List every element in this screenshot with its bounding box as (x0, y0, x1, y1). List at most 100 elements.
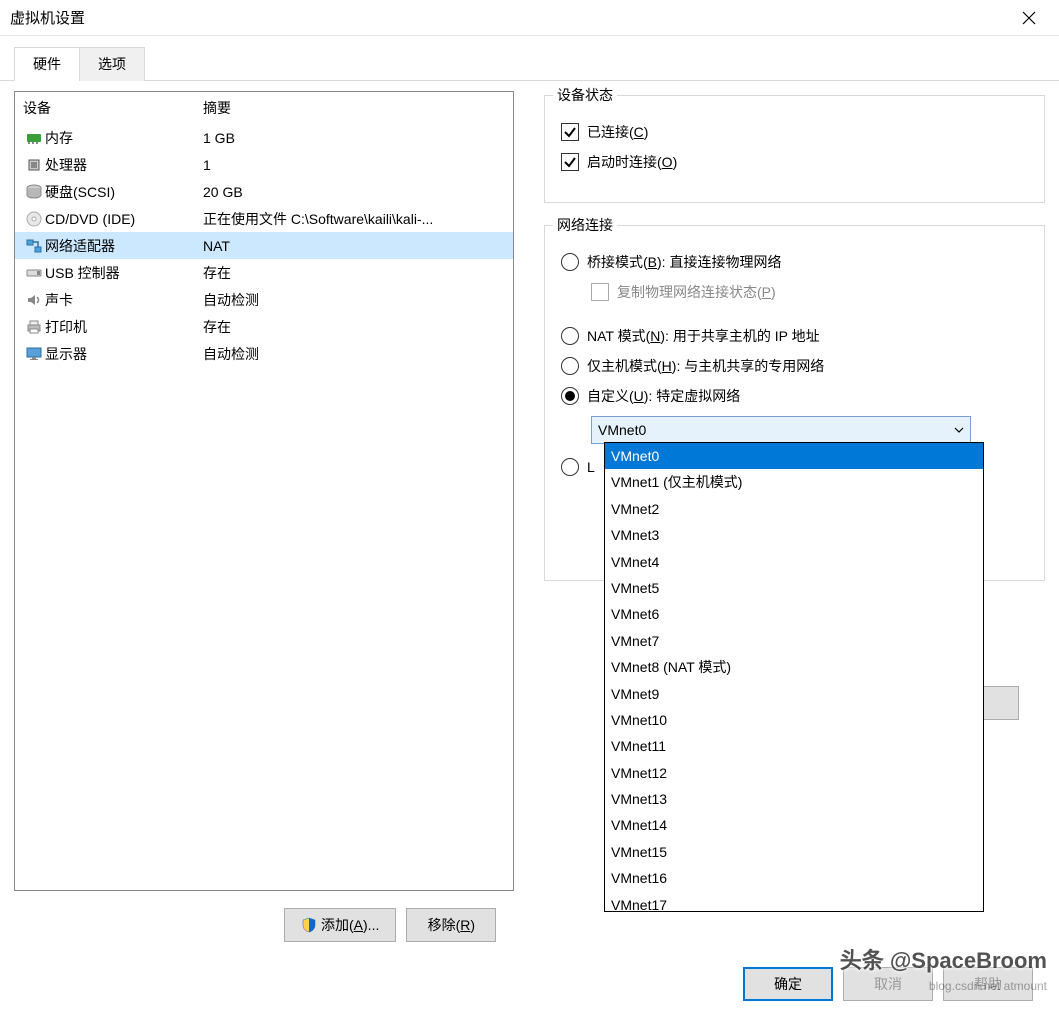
dropdown-item[interactable]: VMnet4 (605, 549, 983, 575)
host-radio-row[interactable]: 仅主机模式(H): 与主机共享的专用网络 (561, 356, 1028, 376)
device-name: 声卡 (45, 290, 203, 310)
add-button[interactable]: 添加(A)... (284, 908, 396, 942)
device-summary: 存在 (203, 317, 505, 337)
printer-icon (23, 318, 45, 336)
dropdown-item[interactable]: VMnet16 (605, 865, 983, 891)
custom-radio-row[interactable]: 自定义(U): 特定虚拟网络 (561, 386, 1028, 406)
tab-options[interactable]: 选项 (79, 47, 145, 81)
dropdown-item[interactable]: VMnet0 (605, 443, 983, 469)
device-name: 内存 (45, 128, 203, 148)
device-status-legend: 设备状态 (553, 85, 617, 105)
device-summary: 自动检测 (203, 344, 505, 364)
device-summary: 1 (203, 157, 505, 173)
connected-checkbox-row[interactable]: 已连接(C) (561, 122, 1028, 142)
device-name: 网络适配器 (45, 236, 203, 256)
close-button[interactable] (1009, 0, 1049, 36)
window-title: 虚拟机设置 (10, 7, 85, 28)
device-summary: NAT (203, 238, 505, 254)
check-icon (563, 125, 577, 139)
memory-icon (23, 129, 45, 147)
list-item[interactable]: 内存1 GB (15, 124, 513, 151)
device-name: CD/DVD (IDE) (45, 211, 203, 227)
chevron-down-icon (954, 422, 964, 438)
network-connection-group: 网络连接 桥接模式(B): 直接连接物理网络 复制物理网络连接状态(P) NAT… (544, 225, 1045, 581)
host-label: 仅主机模式(H): 与主机共享的专用网络 (587, 356, 824, 376)
list-item[interactable]: CD/DVD (IDE)正在使用文件 C:\Software\kaili\kal… (15, 205, 513, 232)
list-item[interactable]: 显示器自动检测 (15, 340, 513, 367)
nat-label: NAT 模式(N): 用于共享主机的 IP 地址 (587, 326, 820, 346)
on-start-checkbox-row[interactable]: 启动时连接(O) (561, 152, 1028, 172)
device-summary: 正在使用文件 C:\Software\kaili\kali-... (203, 209, 505, 229)
add-label: 添加(A)... (321, 915, 379, 935)
dropdown-item[interactable]: VMnet11 (605, 733, 983, 759)
list-item[interactable]: 硬盘(SCSI)20 GB (15, 178, 513, 205)
watermark-sub: blog.csdn.net atmount (929, 979, 1047, 993)
on-start-label: 启动时连接(O) (587, 152, 677, 172)
replicate-label: 复制物理网络连接状态(P) (617, 282, 776, 302)
replicate-checkbox-row: 复制物理网络连接状态(P) (591, 282, 1028, 302)
hardware-listbox[interactable]: 设备 摘要 内存1 GB处理器1硬盘(SCSI)20 GBCD/DVD (IDE… (14, 91, 514, 891)
remove-button[interactable]: 移除(R) (406, 908, 496, 942)
dropdown-item[interactable]: VMnet15 (605, 839, 983, 865)
dropdown-item[interactable]: VMnet10 (605, 707, 983, 733)
list-item[interactable]: 处理器1 (15, 151, 513, 178)
lan-radio[interactable] (561, 458, 579, 476)
check-icon (563, 155, 577, 169)
replicate-checkbox (591, 283, 609, 301)
list-item[interactable]: 声卡自动检测 (15, 286, 513, 313)
dropdown-item[interactable]: VMnet6 (605, 601, 983, 627)
dropdown-item[interactable]: VMnet13 (605, 786, 983, 812)
device-summary: 自动检测 (203, 290, 505, 310)
bridge-radio-row[interactable]: 桥接模式(B): 直接连接物理网络 (561, 252, 1028, 272)
host-radio[interactable] (561, 357, 579, 375)
watermark: 头条 @SpaceBroom (840, 943, 1047, 975)
display-icon (23, 345, 45, 363)
list-item[interactable]: 打印机存在 (15, 313, 513, 340)
network-legend: 网络连接 (553, 215, 617, 235)
device-status-group: 设备状态 已连接(C) 启动时连接(O) (544, 95, 1045, 203)
on-start-checkbox[interactable] (561, 153, 579, 171)
dropdown-item[interactable]: VMnet5 (605, 575, 983, 601)
remove-label: 移除(R) (428, 915, 475, 935)
dropdown-item[interactable]: VMnet1 (仅主机模式) (605, 469, 983, 495)
dropdown-item[interactable]: VMnet2 (605, 496, 983, 522)
nat-radio[interactable] (561, 327, 579, 345)
device-name: 打印机 (45, 317, 203, 337)
vmnet-dropdown[interactable]: VMnet0VMnet1 (仅主机模式)VMnet2VMnet3VMnet4VM… (604, 442, 984, 912)
connected-checkbox[interactable] (561, 123, 579, 141)
ok-button[interactable]: 确定 (743, 967, 833, 1001)
device-name: 显示器 (45, 344, 203, 364)
close-icon (1022, 11, 1036, 25)
device-name: 硬盘(SCSI) (45, 182, 203, 202)
list-item[interactable]: USB 控制器存在 (15, 259, 513, 286)
device-summary: 20 GB (203, 184, 505, 200)
cd-icon (23, 210, 45, 228)
dropdown-item[interactable]: VMnet12 (605, 760, 983, 786)
list-item[interactable]: 网络适配器NAT (15, 232, 513, 259)
dropdown-item[interactable]: VMnet17 (605, 892, 983, 912)
dropdown-item[interactable]: VMnet3 (605, 522, 983, 548)
nat-radio-row[interactable]: NAT 模式(N): 用于共享主机的 IP 地址 (561, 326, 1028, 346)
tab-hardware[interactable]: 硬件 (14, 47, 80, 81)
tab-bar: 硬件 选项 (0, 36, 1059, 81)
connected-label: 已连接(C) (587, 122, 648, 142)
add-remove-buttons: 添加(A)... 移除(R) (284, 908, 496, 942)
bridge-radio[interactable] (561, 253, 579, 271)
titlebar: 虚拟机设置 (0, 0, 1059, 36)
usb-icon (23, 264, 45, 282)
dropdown-item[interactable]: VMnet9 (605, 681, 983, 707)
dropdown-item[interactable]: VMnet7 (605, 628, 983, 654)
device-summary: 存在 (203, 263, 505, 283)
disk-icon (23, 183, 45, 201)
vmnet-combo-value: VMnet0 (598, 422, 646, 438)
device-name: USB 控制器 (45, 263, 203, 283)
sound-icon (23, 291, 45, 309)
dropdown-item[interactable]: VMnet8 (NAT 模式) (605, 654, 983, 680)
vmnet-combobox[interactable]: VMnet0 (591, 416, 971, 444)
shield-icon (301, 917, 317, 933)
list-header: 设备 摘要 (15, 92, 513, 124)
dropdown-item[interactable]: VMnet14 (605, 812, 983, 838)
header-device: 设备 (23, 98, 203, 118)
custom-radio[interactable] (561, 387, 579, 405)
custom-label: 自定义(U): 特定虚拟网络 (587, 386, 740, 406)
